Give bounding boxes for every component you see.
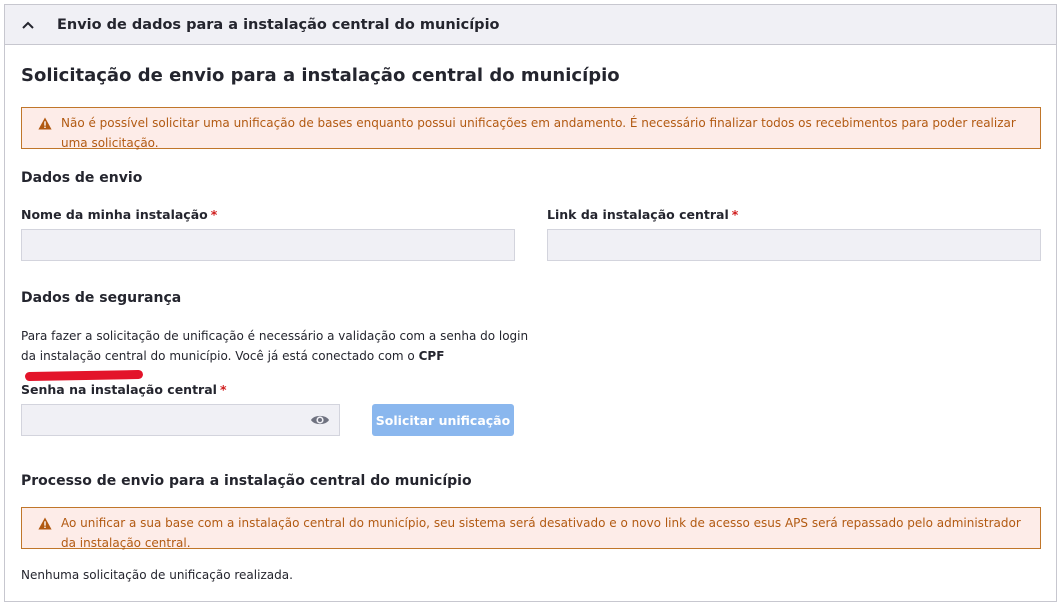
pending-unification-alert: Não é possível solicitar uma unificação … — [21, 107, 1041, 150]
dados-envio-title: Dados de envio — [21, 170, 143, 186]
solicitar-unificacao-button[interactable]: Solicitar unificação — [372, 404, 514, 436]
unification-panel: Envio de dados para a instalação central… — [4, 4, 1057, 602]
warning-icon — [38, 115, 52, 130]
security-description: Para fazer a solicitação de unificação é… — [21, 326, 541, 386]
required-mark: * — [219, 382, 227, 397]
cpf-label: CPF — [418, 349, 445, 363]
required-mark: * — [210, 207, 218, 222]
eye-icon[interactable] — [310, 412, 330, 428]
panel-header-title: Envio de dados para a instalação central… — [57, 16, 500, 33]
processo-title: Processo de envio para a instalação cent… — [21, 473, 472, 489]
nome-instalacao-input[interactable] — [21, 229, 515, 261]
alert-message: Ao unificar a sua base com a instalação … — [61, 516, 1021, 550]
link-instalacao-label: Link da instalação central * — [547, 207, 739, 222]
required-mark: * — [731, 207, 739, 222]
link-instalacao-input[interactable] — [547, 229, 1041, 261]
panel-header[interactable]: Envio de dados para a instalação central… — [5, 5, 1056, 45]
alert-message: Não é possível solicitar uma unificação … — [61, 116, 1016, 150]
page-title: Solicitação de envio para a instalação c… — [21, 65, 620, 86]
processo-alert: Ao unificar a sua base com a instalação … — [21, 507, 1041, 550]
nome-instalacao-label: Nome da minha instalação * — [21, 207, 218, 222]
redacted-cpf — [24, 369, 144, 382]
dados-seguranca-title: Dados de segurança — [21, 290, 182, 306]
senha-input[interactable] — [21, 404, 340, 436]
senha-field — [21, 404, 340, 436]
senha-label: Senha na instalação central * — [21, 382, 227, 397]
warning-icon — [38, 515, 52, 530]
empty-state-text: Nenhuma solicitação de unificação realiz… — [21, 568, 293, 582]
chevron-up-icon[interactable] — [21, 18, 35, 32]
